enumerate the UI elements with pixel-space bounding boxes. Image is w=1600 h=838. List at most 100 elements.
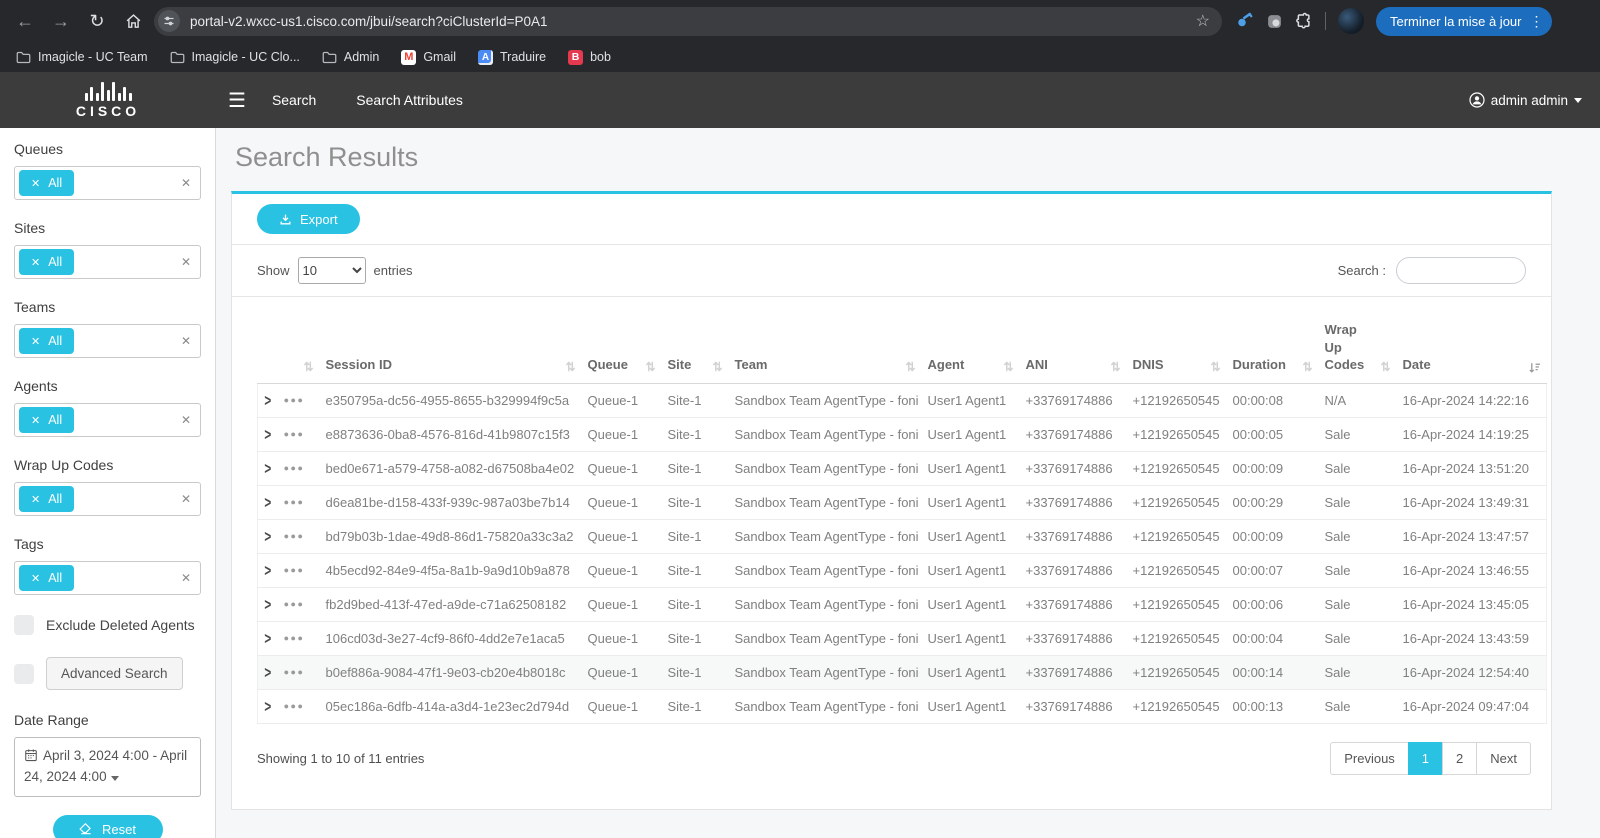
filter-clear-icon[interactable]: ✕ xyxy=(181,413,191,427)
bookmark-star-icon[interactable]: ☆ xyxy=(1196,11,1210,31)
reset-button[interactable]: Reset xyxy=(53,815,163,838)
next-page-button[interactable]: Next xyxy=(1476,742,1531,775)
row-expand-icon[interactable]: > xyxy=(264,697,271,716)
row-expand-icon[interactable]: > xyxy=(264,459,271,478)
col-duration[interactable]: Duration⇅ xyxy=(1227,311,1319,383)
page-1-button[interactable]: 1 xyxy=(1408,742,1443,775)
table-row[interactable]: >●●● e8873636-0ba8-4576-816d-41b9807c15f… xyxy=(258,417,1547,451)
table-row[interactable]: >●●● fb2d9bed-413f-47ed-a9de-c71a6250818… xyxy=(258,587,1547,621)
col-agent[interactable]: Agent⇅ xyxy=(922,311,1020,383)
row-actions-icon[interactable]: ●●● xyxy=(284,429,305,439)
exclude-deleted-agents-checkbox[interactable] xyxy=(14,615,34,635)
col-dnis[interactable]: DNIS⇅ xyxy=(1127,311,1227,383)
extensions-puzzle-icon[interactable] xyxy=(1295,12,1313,30)
table-row[interactable]: >●●● b0ef886a-9084-47f1-9e03-cb20e4b8018… xyxy=(258,655,1547,689)
filter-clear-icon[interactable]: ✕ xyxy=(181,176,191,190)
row-actions-icon[interactable]: ●●● xyxy=(284,565,305,575)
row-expand-icon[interactable]: > xyxy=(264,425,271,444)
filter-select[interactable]: ✕ All ✕ xyxy=(14,403,201,437)
row-actions-icon[interactable]: ●●● xyxy=(284,701,305,711)
filter-clear-icon[interactable]: ✕ xyxy=(181,255,191,269)
reload-icon[interactable]: ↻ xyxy=(82,6,112,36)
row-expand-icon[interactable]: > xyxy=(264,527,271,546)
filter-chip[interactable]: ✕ All xyxy=(19,486,74,512)
bookmark-imagicle-uc-clo[interactable]: Imagicle - UC Clo... xyxy=(170,50,300,65)
col-site[interactable]: Site⇅ xyxy=(662,311,729,383)
filter-clear-icon[interactable]: ✕ xyxy=(181,492,191,506)
col-team[interactable]: Team⇅ xyxy=(729,311,922,383)
table-row[interactable]: >●●● 106cd03d-3e27-4cf9-86f0-4dd2e7e1aca… xyxy=(258,621,1547,655)
nav-item-search[interactable]: Search xyxy=(272,92,316,108)
row-actions-icon[interactable]: ●●● xyxy=(284,395,305,405)
row-actions-icon[interactable]: ●●● xyxy=(284,667,305,677)
page-size-select[interactable]: 10 xyxy=(298,257,366,284)
site-info-icon[interactable] xyxy=(158,10,180,32)
filter-select[interactable]: ✕ All ✕ xyxy=(14,166,201,200)
row-expand-icon[interactable]: > xyxy=(264,629,271,648)
profile-avatar[interactable] xyxy=(1338,8,1364,34)
filter-clear-icon[interactable]: ✕ xyxy=(181,571,191,585)
filter-select[interactable]: ✕ All ✕ xyxy=(14,482,201,516)
browser-menu-kebab-icon[interactable]: ⋮ xyxy=(1530,14,1544,28)
bookmark-imagicle-uc-team[interactable]: Imagicle - UC Team xyxy=(16,50,148,65)
extension-pinned-icon[interactable] xyxy=(1266,13,1283,30)
hamburger-menu-icon[interactable]: ☰ xyxy=(228,88,246,113)
col-queue[interactable]: Queue⇅ xyxy=(582,311,662,383)
table-row[interactable]: >●●● d6ea81be-d158-433f-939c-987a03be7b1… xyxy=(258,485,1547,519)
date-range-picker[interactable]: April 3, 2024 4:00 - April 24, 2024 4:00 xyxy=(14,737,201,797)
chip-remove-icon[interactable]: ✕ xyxy=(31,493,40,506)
forward-icon[interactable]: → xyxy=(46,6,76,36)
chip-remove-icon[interactable]: ✕ xyxy=(31,256,40,269)
table-row[interactable]: >●●● 4b5ecd92-84e9-4f5a-8a1b-9a9d10b9a87… xyxy=(258,553,1547,587)
bookmark-gmail[interactable]: M Gmail xyxy=(401,50,456,65)
previous-page-button[interactable]: Previous xyxy=(1330,742,1409,775)
advanced-search-button[interactable]: Advanced Search xyxy=(46,657,183,690)
chip-remove-icon[interactable]: ✕ xyxy=(31,335,40,348)
table-row[interactable]: >●●● bd79b03b-1dae-49d8-86d1-75820a33c3a… xyxy=(258,519,1547,553)
table-row[interactable]: >●●● 05ec186a-6dfb-414a-a3d4-1e23ec2d794… xyxy=(258,689,1547,723)
col-wrap-up-codes[interactable]: Wrap Up Codes⇅ xyxy=(1319,311,1397,383)
bookmark-bob[interactable]: B bob xyxy=(568,50,611,65)
chip-remove-icon[interactable]: ✕ xyxy=(31,414,40,427)
bookmark-traduire[interactable]: A Traduire xyxy=(478,50,546,65)
row-expand-icon[interactable]: > xyxy=(264,663,271,682)
row-actions-icon[interactable]: ●●● xyxy=(284,463,305,473)
filter-select[interactable]: ✕ All ✕ xyxy=(14,324,201,358)
filter-chip[interactable]: ✕ All xyxy=(19,565,74,591)
advanced-search-checkbox[interactable] xyxy=(14,664,34,684)
row-expand-icon[interactable]: > xyxy=(264,595,271,614)
table-row[interactable]: >●●● e350795a-dc56-4955-8655-b329994f9c5… xyxy=(258,383,1547,417)
filter-chip[interactable]: ✕ All xyxy=(19,170,74,196)
row-actions-icon[interactable]: ●●● xyxy=(284,497,305,507)
back-icon[interactable]: ← xyxy=(10,6,40,36)
col-ani[interactable]: ANI⇅ xyxy=(1020,311,1127,383)
chip-remove-icon[interactable]: ✕ xyxy=(31,572,40,585)
export-button[interactable]: Export xyxy=(257,204,360,234)
row-expand-icon[interactable]: > xyxy=(264,391,271,410)
table-row[interactable]: >●●● bed0e671-a579-4758-a082-d67508ba4e0… xyxy=(258,451,1547,485)
col-session-id[interactable]: Session ID⇅ xyxy=(320,311,582,383)
filter-chip[interactable]: ✕ All xyxy=(19,328,74,354)
password-key-icon[interactable] xyxy=(1236,12,1254,30)
row-expand-icon[interactable]: > xyxy=(264,493,271,512)
col-expander[interactable]: ⇅ xyxy=(258,311,320,383)
bookmark-admin[interactable]: Admin xyxy=(322,50,379,65)
row-expand-icon[interactable]: > xyxy=(264,561,271,580)
user-menu[interactable]: admin admin xyxy=(1469,92,1582,108)
page-2-button[interactable]: 2 xyxy=(1442,742,1477,775)
address-bar[interactable]: portal-v2.wxcc-us1.cisco.com/jbui/search… xyxy=(154,7,1222,36)
filter-clear-icon[interactable]: ✕ xyxy=(181,334,191,348)
row-actions-icon[interactable]: ●●● xyxy=(284,633,305,643)
home-icon[interactable] xyxy=(118,6,148,36)
filter-chip[interactable]: ✕ All xyxy=(19,249,74,275)
filter-select[interactable]: ✕ All ✕ xyxy=(14,561,201,595)
nav-item-search-attributes[interactable]: Search Attributes xyxy=(356,92,463,108)
col-date[interactable]: Date xyxy=(1397,311,1547,383)
chip-remove-icon[interactable]: ✕ xyxy=(31,177,40,190)
browser-update-button[interactable]: Terminer la mise à jour ⋮ xyxy=(1376,7,1552,36)
row-actions-icon[interactable]: ●●● xyxy=(284,599,305,609)
filter-chip[interactable]: ✕ All xyxy=(19,407,74,433)
row-actions-icon[interactable]: ●●● xyxy=(284,531,305,541)
filter-select[interactable]: ✕ All ✕ xyxy=(14,245,201,279)
table-search-input[interactable] xyxy=(1396,257,1526,284)
